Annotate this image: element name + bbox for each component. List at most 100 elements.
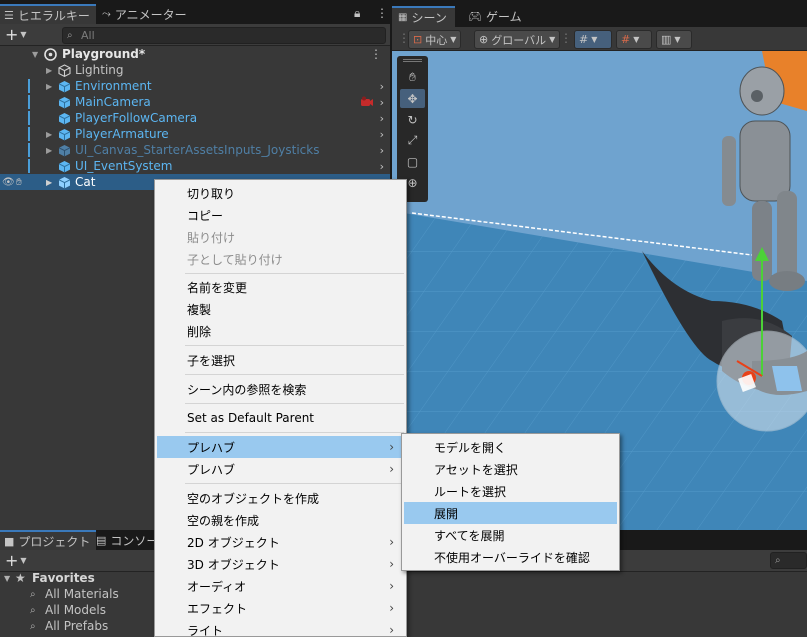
hierarchy-item-playerfollowcamera[interactable]: PlayerFollowCamera › [0,110,390,126]
menu-item-duplicate[interactable]: 複製 [157,298,404,320]
menu-item-find-references[interactable]: シーン内の参照を検索 [157,378,404,400]
move-icon: ✥ [407,91,418,106]
hierarchy-item-maincamera[interactable]: MainCamera › [0,94,390,110]
search-icon: ⌕ [775,555,781,566]
submenu-item-unpack[interactable]: 展開 [404,502,617,524]
more-menu-icon[interactable]: ⋮ [376,6,388,20]
favorite-item-label: All Models [45,603,106,617]
menu-item-set-default-parent[interactable]: Set as Default Parent [157,407,404,429]
menu-item-label: 名前を変更 [187,280,248,295]
visibility-eye-icon[interactable]: 👁︎ [2,177,15,188]
menu-item-select-children[interactable]: 子を選択 [157,349,404,371]
submenu-item-open-model[interactable]: モデルを開く [404,436,617,458]
submenu-item-select-asset[interactable]: アセットを選択 [404,458,617,480]
menu-item-cut[interactable]: 切り取り [157,182,404,204]
hierarchy-item-lighting[interactable]: ▶ Lighting [0,62,390,78]
favorite-item[interactable]: ⌕ All Materials [0,586,160,602]
menu-item-3d-object[interactable]: 3D オブジェクト › [157,553,404,575]
folder-icon: ■ [4,534,15,548]
grid-visibility-toggle[interactable]: ▥ ▼ [656,30,692,49]
menu-item-label: 複製 [187,302,212,317]
move-tool-button[interactable]: ✥ [400,89,425,108]
chevron-right-icon[interactable]: › [380,96,384,109]
scale-tool-button[interactable]: ⤢ [400,131,425,150]
hierarchy-item-playerarmature[interactable]: ▶ PlayerArmature › [0,126,390,142]
hierarchy-item-ui-canvas[interactable]: ▶ UI_Canvas_StarterAssetsInputs_Joystick… [0,142,390,158]
menu-item-paste[interactable]: 貼り付け [157,226,404,248]
chevron-right-icon: › [389,601,394,615]
menu-item-label: プレハブ [187,440,236,455]
submenu-item-select-root[interactable]: ルートを選択 [404,480,617,502]
menu-item-label: 不使用オーバーライドを確認 [434,550,590,565]
scene-row[interactable]: ▼ Playground* ⋮ [0,46,390,62]
increment-snap-icon: # [621,33,631,46]
menu-item-paste-as-child[interactable]: 子として貼り付け [157,248,404,270]
rect-tool-button[interactable]: ▢ [400,152,425,171]
animator-icon: ⤳ [102,7,111,20]
hierarchy-item-ui-eventsystem[interactable]: UI_EventSystem › [0,158,390,174]
context-menu: 切り取り コピー 貼り付け 子として貼り付け 名前を変更 複製 削除 子を選択 … [154,179,407,637]
chevron-down-icon: ▼ [20,30,27,39]
add-button[interactable]: + ▼ [2,26,36,44]
chevron-right-icon[interactable]: › [380,160,384,173]
chevron-right-icon[interactable]: › [380,80,384,93]
menu-item-delete[interactable]: 削除 [157,320,404,342]
hierarchy-search-input[interactable]: ⌕ All [62,27,386,44]
chevron-right-icon[interactable]: › [380,112,384,125]
favorite-item[interactable]: ⌕ All Models [0,602,160,618]
chevron-right-icon[interactable]: › [380,128,384,141]
plus-icon: + [5,25,19,44]
prefab-indicator [28,159,30,173]
menu-item-light[interactable]: ライト › [157,619,404,637]
increment-snap-toggle[interactable]: # ▼ [616,30,652,49]
collapse-arrow-icon[interactable]: ▼ [4,574,10,583]
project-search-input[interactable]: ⌕ [770,552,807,569]
chevron-right-icon[interactable]: › [380,144,384,157]
menu-item-label: 貼り付け [187,230,236,245]
tab-animator[interactable]: ⤳ アニメーター [98,4,193,24]
chevron-right-icon: › [389,557,394,571]
menu-item-create-empty[interactable]: 空のオブジェクトを作成 [157,487,404,509]
tab-game[interactable]: 🎮︎ ゲーム [462,6,530,27]
expand-arrow-icon[interactable]: ▶ [46,146,52,155]
lock-icon[interactable]: 🔒︎ [354,6,360,21]
expand-arrow-icon[interactable]: ▶ [46,66,52,75]
menu-item-label: エフェクト [187,601,248,616]
hierarchy-item-environment[interactable]: ▶ Environment › [0,78,390,94]
tab-project[interactable]: ■ プロジェクト [0,530,97,550]
submenu-item-check-unused-overrides[interactable]: 不使用オーバーライドを確認 [404,546,617,568]
rotate-tool-button[interactable]: ↻ [400,110,425,129]
tab-scene[interactable]: ▦ シーン [392,6,455,27]
pivot-mode-dropdown[interactable]: ⊡ 中心 ▼ [408,30,462,49]
menu-item-create-empty-parent[interactable]: 空の親を作成 [157,509,404,531]
tab-hierarchy[interactable]: ☰ ヒエラルキー [0,4,96,24]
submenu-item-unpack-completely[interactable]: すべてを展開 [404,524,617,546]
transform-icon: ⊕ [407,175,418,190]
menu-item-prefab-2[interactable]: プレハブ › [157,458,404,480]
pickable-hand-icon[interactable]: ✋︎ [16,177,22,188]
space-mode-dropdown[interactable]: ⊕ グローバル ▼ [474,30,561,49]
grid-snap-toggle[interactable]: # ▼ [574,30,612,49]
menu-separator [185,345,404,346]
expand-arrow-icon[interactable]: ▶ [46,82,52,91]
menu-item-prefab[interactable]: プレハブ › [157,436,404,458]
menu-item-label: コピー [187,208,224,223]
menu-item-audio[interactable]: オーディオ › [157,575,404,597]
menu-separator [185,483,404,484]
expand-arrow-icon[interactable]: ▶ [46,130,52,139]
menu-item-effects[interactable]: エフェクト › [157,597,404,619]
menu-item-rename[interactable]: 名前を変更 [157,276,404,298]
menu-item-label: 2D オブジェクト [187,535,280,550]
favorites-header[interactable]: ▼ ★ Favorites [0,570,160,586]
menu-item-copy[interactable]: コピー [157,204,404,226]
expand-arrow-icon[interactable]: ▶ [46,178,52,187]
scene-menu-icon[interactable]: ⋮ [370,47,382,61]
collapse-arrow-icon[interactable]: ▼ [32,50,38,59]
menu-item-2d-object[interactable]: 2D オブジェクト › [157,531,404,553]
menu-item-label: ライト [187,623,224,637]
project-add-button[interactable]: + ▼ [2,552,36,570]
favorite-item[interactable]: ⌕ All Prefabs [0,618,160,634]
chevron-down-icon: ▼ [450,35,457,44]
chevron-right-icon: › [389,440,394,454]
hand-tool-button[interactable]: ✋︎ [400,68,425,87]
